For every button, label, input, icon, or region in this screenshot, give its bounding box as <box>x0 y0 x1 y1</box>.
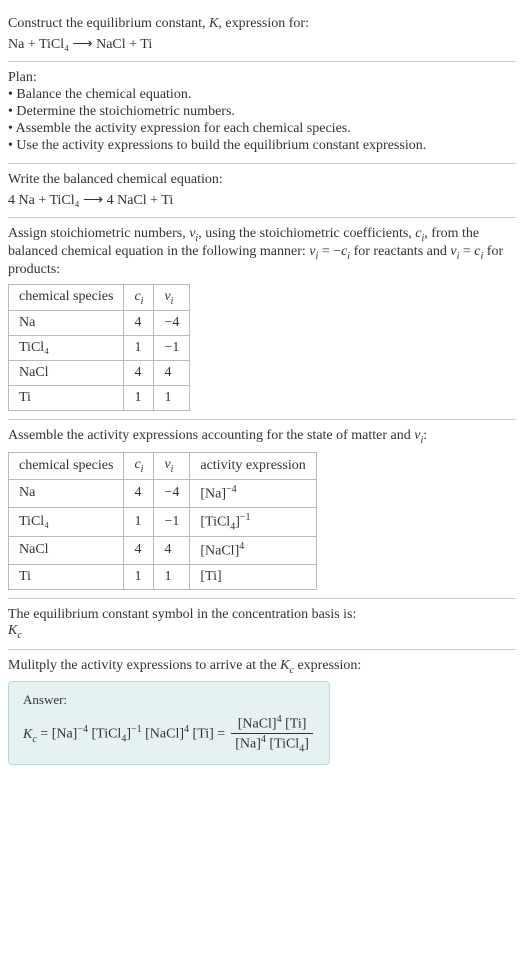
answer-box: Answer: Kc = [Na]−4 [TiCl4]−1 [NaCl]4 [T… <box>8 681 330 765</box>
cell-ci: 1 <box>124 507 154 536</box>
multiply-text: Mulitply the activity expressions to arr… <box>8 658 516 676</box>
plan-item-3: • Assemble the activity expression for e… <box>8 121 516 137</box>
plan-item-2: • Determine the stoichiometric numbers. <box>8 104 516 120</box>
col-species: chemical species <box>9 453 124 480</box>
cell-vi: 4 <box>154 537 190 565</box>
cell-ci: 1 <box>124 564 154 589</box>
assemble-section: Assemble the activity expressions accoun… <box>8 420 516 598</box>
balanced-equation: 4 Na + TiCl₄ ⟶ 4 NaCl + Ti <box>8 192 516 209</box>
table-row: Na 4 −4 [Na]−4 <box>9 479 317 507</box>
intro-text: Construct the equilibrium constant, K, e… <box>8 16 516 32</box>
cell-species: NaCl <box>9 361 124 386</box>
cell-vi: 4 <box>154 361 190 386</box>
cell-vi: −4 <box>154 479 190 507</box>
table-header-row: chemical species ci νi activity expressi… <box>9 453 317 480</box>
assign-section: Assign stoichiometric numbers, νi, using… <box>8 218 516 420</box>
plan-heading: Plan: <box>8 70 516 86</box>
table-row: NaCl 4 4 [NaCl]4 <box>9 537 317 565</box>
cell-ci: 1 <box>124 386 154 411</box>
cell-species: Ti <box>9 386 124 411</box>
cell-activity: [Ti] <box>190 564 316 589</box>
cell-species: TiCl₄ <box>9 336 124 361</box>
symbol-section: The equilibrium constant symbol in the c… <box>8 599 516 650</box>
plan-section: Plan: • Balance the chemical equation. •… <box>8 62 516 164</box>
answer-equation: Kc = [Na]−4 [TiCl4]−1 [NaCl]4 [Ti] = [Na… <box>23 714 315 754</box>
symbol-text: The equilibrium constant symbol in the c… <box>8 607 516 623</box>
col-species: chemical species <box>9 284 124 311</box>
table-row: Ti 1 1 [Ti] <box>9 564 317 589</box>
answer-lhs: Kc = [Na]−4 [TiCl4]−1 [NaCl]4 [Ti] = <box>23 724 225 744</box>
plan-item-4: • Use the activity expressions to build … <box>8 138 516 154</box>
balanced-text: Write the balanced chemical equation: <box>8 172 516 188</box>
cell-activity: [TiCl4]−1 <box>190 507 316 536</box>
answer-fraction: [NaCl]4 [Ti] [Na]4 [TiCl4] <box>231 714 313 754</box>
cell-ci: 4 <box>124 361 154 386</box>
cell-ci: 4 <box>124 479 154 507</box>
fraction-denominator: [Na]4 [TiCl4] <box>231 734 313 754</box>
cell-activity: [NaCl]4 <box>190 537 316 565</box>
table-row: Na 4 −4 <box>9 311 190 336</box>
cell-ci: 4 <box>124 311 154 336</box>
stoich-table: chemical species ci νi Na 4 −4 TiCl₄ 1 −… <box>8 284 190 412</box>
cell-species: TiCl₄ <box>9 507 124 536</box>
col-activity: activity expression <box>190 453 316 480</box>
balanced-section: Write the balanced chemical equation: 4 … <box>8 164 516 218</box>
plan-item-1: • Balance the chemical equation. <box>8 87 516 103</box>
cell-vi: 1 <box>154 564 190 589</box>
activity-table: chemical species ci νi activity expressi… <box>8 452 317 590</box>
table-row: NaCl 4 4 <box>9 361 190 386</box>
cell-species: NaCl <box>9 537 124 565</box>
multiply-section: Mulitply the activity expressions to arr… <box>8 650 516 774</box>
col-vi: νi <box>154 284 190 311</box>
col-ci: ci <box>124 453 154 480</box>
assemble-text: Assemble the activity expressions accoun… <box>8 428 516 446</box>
answer-label: Answer: <box>23 692 315 708</box>
assign-text: Assign stoichiometric numbers, νi, using… <box>8 226 516 278</box>
col-vi: νi <box>154 453 190 480</box>
table-header-row: chemical species ci νi <box>9 284 190 311</box>
cell-vi: 1 <box>154 386 190 411</box>
cell-ci: 1 <box>124 336 154 361</box>
kc-symbol: Kc <box>8 623 516 641</box>
cell-activity: [Na]−4 <box>190 479 316 507</box>
cell-species: Na <box>9 479 124 507</box>
table-row: TiCl₄ 1 −1 <box>9 336 190 361</box>
fraction-numerator: [NaCl]4 [Ti] <box>231 714 313 734</box>
cell-species: Na <box>9 311 124 336</box>
cell-species: Ti <box>9 564 124 589</box>
cell-ci: 4 <box>124 537 154 565</box>
cell-vi: −4 <box>154 311 190 336</box>
table-row: TiCl₄ 1 −1 [TiCl4]−1 <box>9 507 317 536</box>
intro-equation: Na + TiCl₄ ⟶ NaCl + Ti <box>8 36 516 53</box>
cell-vi: −1 <box>154 507 190 536</box>
cell-vi: −1 <box>154 336 190 361</box>
table-row: Ti 1 1 <box>9 386 190 411</box>
col-ci: ci <box>124 284 154 311</box>
intro-section: Construct the equilibrium constant, K, e… <box>8 8 516 62</box>
